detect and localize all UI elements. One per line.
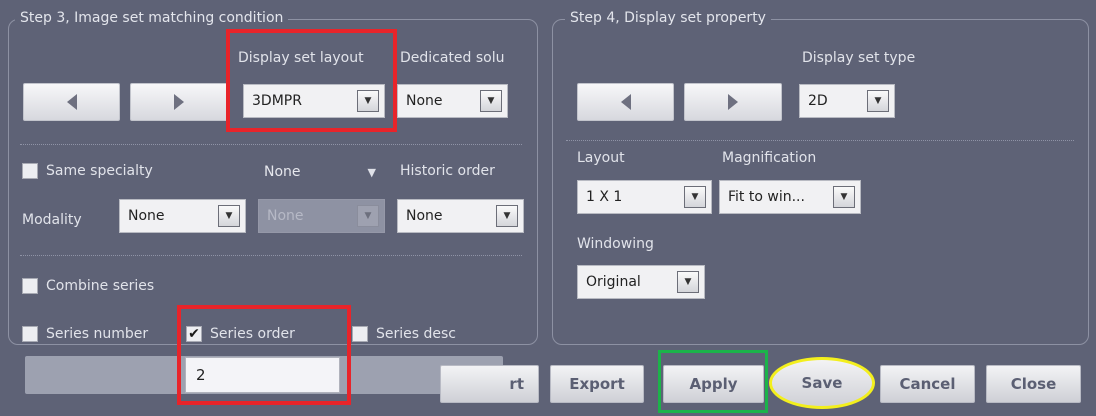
dedicated-combo[interactable]: None ▼ bbox=[397, 84, 508, 118]
save-button-text-overlay: Save bbox=[801, 374, 843, 392]
triangle-left-icon bbox=[620, 94, 631, 110]
windowing-value: Original bbox=[586, 274, 641, 290]
close-button-label: Close bbox=[1010, 375, 1057, 393]
highlight-series-order bbox=[177, 305, 351, 405]
combine-series-label: Combine series bbox=[46, 278, 155, 294]
checkbox-box[interactable] bbox=[22, 163, 38, 179]
step3-divider-1 bbox=[20, 144, 522, 145]
windowing-label: Windowing bbox=[577, 236, 654, 252]
step4-prev-button[interactable] bbox=[577, 83, 674, 121]
import-button-label: rt bbox=[509, 375, 524, 393]
historic-order-label: Historic order bbox=[400, 163, 495, 179]
combine-series-checkbox[interactable]: Combine series bbox=[22, 278, 154, 294]
step4-divider bbox=[566, 140, 1074, 141]
layout-value: 1 X 1 bbox=[586, 189, 623, 205]
triangle-right-icon bbox=[174, 94, 184, 110]
windowing-combo[interactable]: Original ▼ bbox=[577, 265, 705, 299]
same-specialty-value: None bbox=[264, 164, 301, 180]
cancel-button-label: Cancel bbox=[899, 375, 956, 393]
chevron-down-icon[interactable]: ▼ bbox=[480, 90, 502, 112]
chevron-down-icon[interactable]: ▼ bbox=[368, 166, 376, 179]
import-button[interactable]: rt bbox=[440, 365, 539, 403]
chevron-down-icon[interactable]: ▼ bbox=[677, 271, 699, 293]
dedicated-value: None bbox=[406, 93, 443, 109]
display-set-type-combo[interactable]: 2D ▼ bbox=[799, 84, 895, 118]
magnification-value: Fit to win... bbox=[728, 189, 805, 205]
modality-combo[interactable]: None ▼ bbox=[119, 199, 246, 233]
highlight-apply bbox=[658, 350, 768, 413]
magnification-label: Magnification bbox=[722, 150, 817, 166]
checkbox-box[interactable] bbox=[352, 326, 368, 342]
checkbox-box[interactable] bbox=[22, 326, 38, 342]
chevron-down-icon: ▼ bbox=[357, 205, 379, 227]
export-button[interactable]: Export bbox=[550, 365, 644, 403]
step4-title: Step 4, Display set property bbox=[565, 10, 771, 26]
triangle-left-icon bbox=[66, 94, 77, 110]
chevron-down-icon[interactable]: ▼ bbox=[867, 90, 889, 112]
series-desc-label: Series desc bbox=[376, 326, 456, 342]
layout-combo[interactable]: 1 X 1 ▼ bbox=[577, 180, 712, 214]
cancel-button[interactable]: Cancel bbox=[880, 365, 975, 403]
export-button-label: Export bbox=[569, 375, 625, 393]
layout-label: Layout bbox=[577, 150, 625, 166]
modality-value: None bbox=[128, 208, 165, 224]
historic-order-combo[interactable]: None ▼ bbox=[397, 199, 524, 233]
chevron-down-icon[interactable]: ▼ bbox=[684, 186, 706, 208]
step3-prev-button[interactable] bbox=[23, 83, 120, 121]
dedicated-label: Dedicated solu bbox=[400, 50, 505, 66]
checkbox-box[interactable] bbox=[22, 278, 38, 294]
display-set-type-label: Display set type bbox=[802, 50, 916, 66]
modality2-combo: None ▼ bbox=[258, 199, 385, 233]
modality2-value: None bbox=[267, 208, 304, 224]
same-specialty-label: Same specialty bbox=[46, 163, 153, 179]
chevron-down-icon[interactable]: ▼ bbox=[218, 205, 240, 227]
series-number-checkbox[interactable]: Series number bbox=[22, 326, 148, 342]
same-specialty-combo[interactable]: None ▼ bbox=[258, 155, 386, 189]
chevron-down-icon[interactable]: ▼ bbox=[496, 205, 518, 227]
triangle-right-icon bbox=[728, 94, 738, 110]
chevron-down-icon[interactable]: ▼ bbox=[833, 186, 855, 208]
series-number-label: Series number bbox=[46, 326, 149, 342]
step4-next-button[interactable] bbox=[684, 83, 782, 121]
step3-divider-2 bbox=[20, 255, 522, 256]
highlight-display-set-layout bbox=[226, 29, 397, 132]
magnification-combo[interactable]: Fit to win... ▼ bbox=[719, 180, 861, 214]
same-specialty-checkbox[interactable]: Same specialty bbox=[22, 163, 153, 179]
step3-title: Step 3, Image set matching condition bbox=[15, 10, 289, 26]
modality-label: Modality bbox=[22, 212, 82, 228]
historic-order-value: None bbox=[406, 208, 443, 224]
close-button[interactable]: Close bbox=[986, 365, 1081, 403]
display-set-type-value: 2D bbox=[808, 93, 828, 109]
step3-next-button[interactable] bbox=[130, 83, 228, 121]
series-desc-checkbox[interactable]: Series desc bbox=[352, 326, 456, 342]
